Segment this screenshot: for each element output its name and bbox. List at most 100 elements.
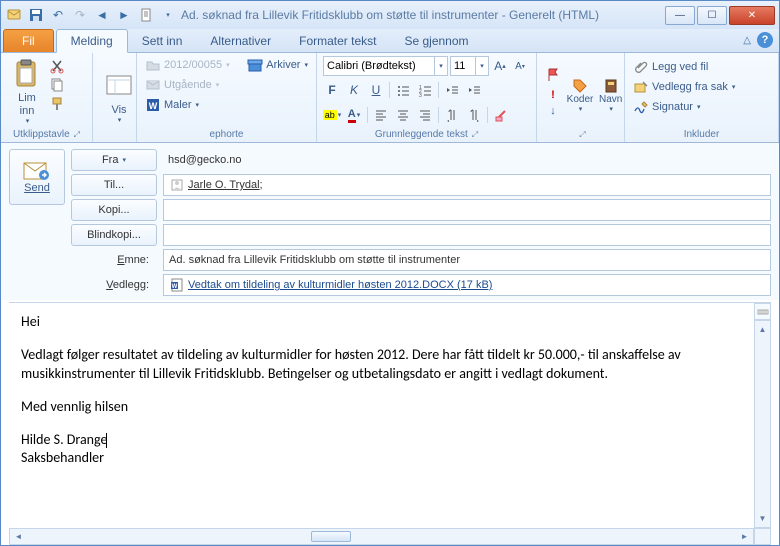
case-number-button: 2012/00055▾	[143, 56, 237, 74]
tab-message[interactable]: Melding	[56, 29, 128, 53]
scroll-thumb[interactable]	[311, 531, 351, 542]
bullets-icon[interactable]	[394, 81, 412, 99]
qat-more-icon[interactable]: ▾	[159, 6, 177, 24]
app-icon[interactable]	[5, 6, 23, 24]
outdent-icon[interactable]	[443, 81, 461, 99]
collapse-ribbon-icon[interactable]: △	[743, 35, 751, 46]
align-right-icon[interactable]	[416, 106, 434, 124]
dialog-launcher-icon[interactable]: ⤢	[74, 130, 80, 139]
group-clipboard: Lim inn ▾ Utklippstavle⤢	[1, 53, 93, 142]
ltr-icon[interactable]	[443, 106, 461, 124]
body-p3: Med vennlig hilsen	[21, 398, 742, 417]
tab-options[interactable]: Alternativer	[196, 30, 285, 52]
names-button[interactable]: Navn▾	[597, 56, 624, 127]
underline-icon[interactable]: U	[367, 81, 385, 99]
attachment-field[interactable]: WVedtak om tildeling av kulturmidler høs…	[163, 274, 771, 296]
font-color-icon[interactable]: A▾	[345, 106, 363, 124]
vertical-scrollbar[interactable]: ▲ ▼	[754, 320, 771, 528]
indent-icon[interactable]	[465, 81, 483, 99]
highlight-icon[interactable]: ab▾	[323, 106, 341, 124]
message-body-area: Hei Vedlagt følger resultatet av tildeli…	[9, 302, 771, 545]
codes-button[interactable]: Koder▾	[565, 56, 595, 127]
font-name-combo[interactable]: ▾	[323, 56, 448, 76]
paste-button[interactable]: Lim inn ▾	[7, 56, 47, 127]
from-value: hsd@gecko.no	[163, 151, 771, 169]
group-font-label: Grunnleggende tekst	[375, 129, 468, 140]
group-ephorte-label: ephorte	[143, 127, 310, 142]
chevron-down-icon[interactable]: ▾	[434, 57, 447, 75]
next-icon[interactable]: ►	[115, 6, 133, 24]
to-button[interactable]: Til...	[71, 174, 157, 196]
close-button[interactable]: ✕	[729, 6, 775, 25]
bcc-button[interactable]: Blindkopi...	[71, 224, 157, 246]
undo-icon[interactable]: ↶	[49, 6, 67, 24]
importance-low-icon[interactable]: ↓	[545, 103, 561, 119]
font-name-input[interactable]	[324, 60, 434, 72]
from-button[interactable]: Fra ▾	[71, 149, 157, 171]
svg-text:3: 3	[419, 93, 422, 97]
scroll-up-icon[interactable]: ▲	[755, 321, 770, 338]
help-icon[interactable]: ?	[757, 32, 773, 48]
to-field[interactable]: Jarle O. Trydal;	[163, 174, 771, 196]
horizontal-scrollbar[interactable]: ◄ ►	[9, 528, 754, 545]
send-button[interactable]: Send	[9, 149, 65, 205]
attach-case-icon	[633, 79, 649, 95]
numbering-icon[interactable]: 123	[416, 81, 434, 99]
archive-button[interactable]: Arkiver▾	[245, 56, 310, 74]
align-left-icon[interactable]	[372, 106, 390, 124]
prev-icon[interactable]: ◄	[93, 6, 111, 24]
dialog-launcher-icon[interactable]: ⤢	[472, 130, 478, 139]
attach-from-case-button[interactable]: Vedlegg fra sak▾	[631, 78, 772, 96]
importance-high-icon[interactable]: !	[545, 87, 561, 103]
ruler-toggle[interactable]	[754, 303, 771, 320]
message-body[interactable]: Hei Vedlagt følger resultatet av tildeli…	[9, 303, 754, 528]
attach-qa-icon[interactable]	[137, 6, 155, 24]
dialog-launcher-icon[interactable]: ⤢	[579, 130, 585, 139]
cut-icon[interactable]	[49, 58, 65, 74]
bold-icon[interactable]: F	[323, 81, 341, 99]
compose-window: ↶ ↷ ◄ ► ▾ Ad. søknad fra Lillevik Fritid…	[0, 0, 780, 546]
chevron-down-icon[interactable]: ▾	[475, 57, 488, 75]
redo-icon[interactable]: ↷	[71, 6, 89, 24]
group-ephorte: 2012/00055▾ Utgående▾ WMaler▾ Arkiver▾ e…	[137, 53, 317, 142]
paperclip-icon	[633, 59, 649, 75]
cc-button[interactable]: Kopi...	[71, 199, 157, 221]
grow-font-icon[interactable]: A▴	[491, 57, 509, 75]
font-size-input[interactable]	[451, 60, 475, 72]
cc-field[interactable]	[163, 199, 771, 221]
tab-review[interactable]: Se gjennom	[390, 30, 482, 52]
save-icon[interactable]	[27, 6, 45, 24]
copy-icon[interactable]	[49, 77, 65, 93]
font-size-combo[interactable]: ▾	[450, 56, 489, 76]
paste-icon	[11, 58, 43, 90]
tag-icon	[572, 78, 588, 94]
italic-icon[interactable]: K	[345, 81, 363, 99]
subject-field[interactable]: Ad. søknad fra Lillevik Fritidsklubb om …	[163, 249, 771, 271]
svg-text:W: W	[149, 101, 158, 111]
attach-file-button[interactable]: Legg ved fil	[631, 58, 772, 76]
quick-access-toolbar: ↶ ↷ ◄ ► ▾	[5, 6, 177, 24]
minimize-button[interactable]: —	[665, 6, 695, 25]
clear-format-icon[interactable]	[492, 106, 510, 124]
show-button[interactable]: Vis ▾	[99, 56, 139, 138]
shrink-font-icon[interactable]: A▾	[511, 57, 529, 75]
svg-text:W: W	[172, 284, 178, 290]
tab-file[interactable]: Fil	[3, 29, 54, 52]
subject-label: Emne:	[71, 254, 157, 266]
scroll-right-icon[interactable]: ►	[736, 529, 753, 544]
maximize-button[interactable]: ☐	[697, 6, 727, 25]
scroll-left-icon[interactable]: ◄	[10, 529, 27, 544]
rtl-icon[interactable]	[465, 106, 483, 124]
format-painter-icon[interactable]	[49, 96, 65, 112]
tab-format[interactable]: Formater tekst	[285, 30, 390, 52]
bcc-field[interactable]	[163, 224, 771, 246]
align-center-icon[interactable]	[394, 106, 412, 124]
signature-button[interactable]: Signatur▾	[631, 98, 772, 116]
tab-insert[interactable]: Sett inn	[128, 30, 197, 52]
book-icon	[603, 78, 619, 94]
scroll-corner	[754, 528, 771, 545]
window-controls: — ☐ ✕	[665, 6, 775, 25]
flag-icon[interactable]	[545, 67, 561, 83]
scroll-down-icon[interactable]: ▼	[755, 510, 770, 527]
templates-button[interactable]: WMaler▾	[143, 96, 237, 114]
